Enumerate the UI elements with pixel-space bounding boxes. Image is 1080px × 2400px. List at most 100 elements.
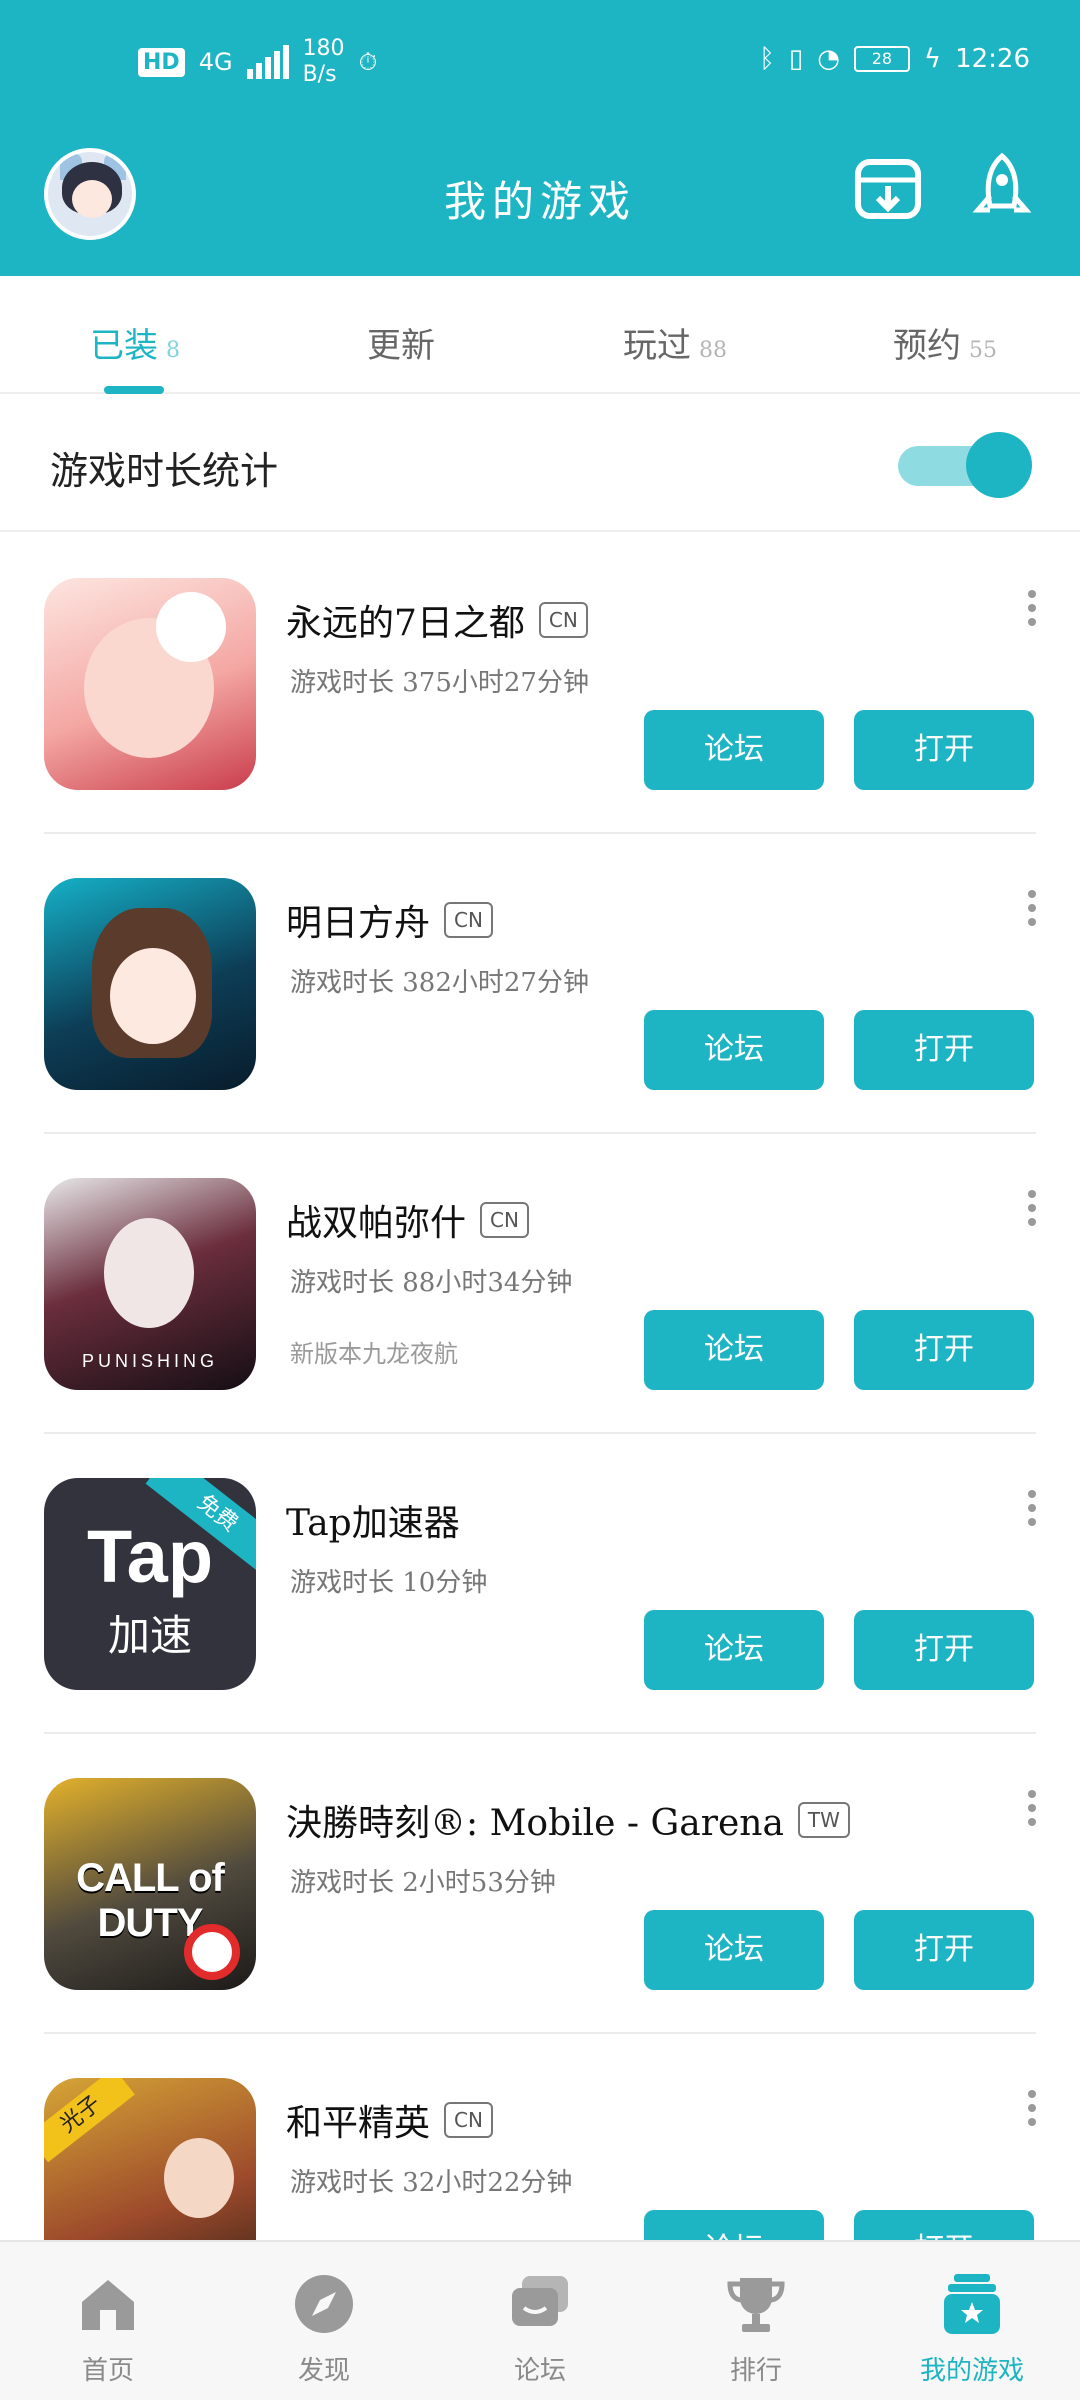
game-name: 決勝時刻®: Mobile - Garena TW — [286, 1794, 850, 1846]
nav-label: 我的游戏 — [919, 2356, 1024, 2386]
tab-count: 55 — [969, 338, 997, 363]
nav-home[interactable]: 首页 — [0, 2242, 216, 2400]
status-right: ᛒ ▯ ◔ 28 ϟ 12:26 — [759, 44, 1030, 74]
open-button[interactable]: 打开 — [854, 710, 1034, 790]
game-icon[interactable]: CALL of DUTY — [44, 1778, 256, 1990]
game-icon[interactable] — [44, 878, 256, 1090]
game-update-note: 新版本九龙夜航 — [290, 1340, 458, 1368]
game-title: 決勝時刻®: Mobile - Garena — [286, 1803, 784, 1844]
game-name: 明日方舟 CN — [286, 894, 493, 946]
tab-label: 更新 — [367, 326, 435, 366]
play-time: 游戏时长 382小时27分钟 — [290, 968, 589, 998]
data-saver-icon: ◔ — [817, 44, 840, 74]
tab-label: 预约 — [893, 326, 961, 366]
game-icon[interactable]: Tap 加速 免费 — [44, 1478, 256, 1690]
icon-art-face — [110, 948, 196, 1044]
forum-button[interactable]: 论坛 — [644, 710, 824, 790]
toggle-knob — [966, 432, 1032, 498]
list-item[interactable]: 永远的7日之都 CN 游戏时长 375小时27分钟 论坛 打开 — [0, 534, 1080, 834]
open-button[interactable]: 打开 — [854, 1310, 1034, 1390]
list-item[interactable]: 光子 和平精英 CN 游戏时长 32小时22分钟 论坛 打开 — [0, 2034, 1080, 2240]
forum-button[interactable]: 论坛 — [644, 1910, 824, 1990]
tab-label: 玩过 — [623, 326, 691, 366]
play-time: 游戏时长 32小时22分钟 — [290, 2168, 573, 2198]
region-tag: CN — [444, 902, 493, 938]
list-item[interactable]: CALL of DUTY 決勝時刻®: Mobile - Garena TW 游… — [0, 1734, 1080, 2034]
game-title: Tap加速器 — [286, 1503, 460, 1544]
more-options-icon[interactable] — [1022, 1190, 1042, 1234]
signal-icon — [246, 45, 289, 79]
game-icon[interactable] — [44, 578, 256, 790]
charging-icon: ϟ — [923, 44, 942, 74]
open-button[interactable]: 打开 — [854, 1610, 1034, 1690]
trophy-icon — [727, 2278, 785, 2332]
game-icon[interactable]: PUNISHING — [44, 1178, 256, 1390]
list-item[interactable]: PUNISHING 战双帕弥什 CN 游戏时长 88小时34分钟 新版本九龙夜航… — [0, 1134, 1080, 1434]
game-title: 和平精英 — [286, 2103, 431, 2144]
compass-icon — [295, 2275, 353, 2333]
play-time: 游戏时长 2小时53分钟 — [290, 1868, 556, 1898]
game-title: 战双帕弥什 — [286, 1203, 467, 1244]
garena-logo-icon — [184, 1924, 240, 1980]
nav-discover[interactable]: 发现 — [216, 2242, 432, 2400]
tab-count: 88 — [699, 338, 727, 363]
clock: 12:26 — [955, 44, 1030, 74]
game-icon[interactable]: 光子 — [44, 2078, 256, 2240]
battery-icon: 28 — [853, 46, 910, 72]
list-item[interactable]: 明日方舟 CN 游戏时长 382小时27分钟 论坛 打开 — [0, 834, 1080, 1134]
speed-unit: B/s — [302, 62, 337, 87]
playtime-stats-label: 游戏时长统计 — [50, 449, 279, 493]
play-time: 游戏时长 88小时34分钟 — [290, 1268, 573, 1298]
tab-label: 已装 — [90, 326, 158, 366]
rocket-icon[interactable] — [966, 152, 1038, 224]
timer-icon: ⏱ — [358, 48, 378, 76]
home-icon — [82, 2280, 134, 2330]
tab-count: 8 — [166, 338, 180, 363]
nav-label: 排行 — [729, 2356, 782, 2386]
game-name: 和平精英 CN — [286, 2094, 493, 2146]
more-options-icon[interactable] — [1022, 1490, 1042, 1534]
list-item[interactable]: Tap 加速 免费 Tap加速器 游戏时长 10分钟 论坛 打开 — [0, 1434, 1080, 1734]
star-box-icon — [944, 2274, 1000, 2334]
forum-button[interactable]: 论坛 — [644, 1310, 824, 1390]
tab-bar: 已装 8 更新 玩过 88 预约 55 — [0, 276, 1080, 394]
game-list: 永远的7日之都 CN 游戏时长 375小时27分钟 论坛 打开 明日方舟 CN … — [0, 534, 1080, 2240]
nav-ranking[interactable]: 排行 — [648, 2242, 864, 2400]
region-tag: TW — [797, 1802, 850, 1838]
more-options-icon[interactable] — [1022, 1790, 1042, 1834]
tab-played[interactable]: 玩过 88 — [540, 276, 810, 392]
icon-subtitle: 加速 — [107, 1611, 192, 1660]
game-name: 永远的7日之都 CN — [286, 594, 588, 646]
region-tag: CN — [444, 2102, 493, 2138]
icon-art-flower — [156, 592, 226, 662]
app-header: HD 4G 180 B/s ⏱ ᛒ ▯ ◔ 28 ϟ 12:26 我的游戏 — [0, 0, 1080, 276]
tab-updates[interactable]: 更新 — [270, 276, 540, 392]
nav-label: 发现 — [297, 2356, 350, 2386]
status-bar: HD 4G 180 B/s ⏱ ᛒ ▯ ◔ 28 ϟ 12:26 — [0, 0, 1080, 130]
icon-caption: PUNISHING — [81, 1351, 218, 1371]
forum-button[interactable]: 论坛 — [644, 1010, 824, 1090]
nav-my-games[interactable]: 我的游戏 — [864, 2242, 1080, 2400]
active-tab-indicator — [104, 386, 164, 394]
open-button[interactable]: 打开 — [854, 1910, 1034, 1990]
download-box-icon[interactable] — [852, 152, 924, 224]
chat-bubbles-icon — [512, 2276, 568, 2326]
tab-installed[interactable]: 已装 8 — [0, 276, 270, 392]
more-options-icon[interactable] — [1022, 590, 1042, 634]
forum-button[interactable]: 论坛 — [644, 2210, 824, 2240]
nav-label: 论坛 — [513, 2356, 566, 2386]
play-time: 游戏时长 375小时27分钟 — [290, 668, 589, 698]
open-button[interactable]: 打开 — [854, 1010, 1034, 1090]
tab-reserved[interactable]: 预约 55 — [810, 276, 1080, 392]
open-button[interactable]: 打开 — [854, 2210, 1034, 2240]
region-tag: CN — [538, 602, 588, 638]
nav-forum[interactable]: 论坛 — [432, 2242, 648, 2400]
more-options-icon[interactable] — [1022, 890, 1042, 934]
more-options-icon[interactable] — [1022, 2090, 1042, 2134]
game-name: 战双帕弥什 CN — [286, 1194, 529, 1246]
region-tag: CN — [480, 1202, 529, 1238]
game-name: Tap加速器 — [286, 1494, 460, 1546]
playtime-stats-toggle[interactable] — [898, 432, 1032, 498]
forum-button[interactable]: 论坛 — [644, 1610, 824, 1690]
nav-label: 首页 — [81, 2356, 134, 2386]
